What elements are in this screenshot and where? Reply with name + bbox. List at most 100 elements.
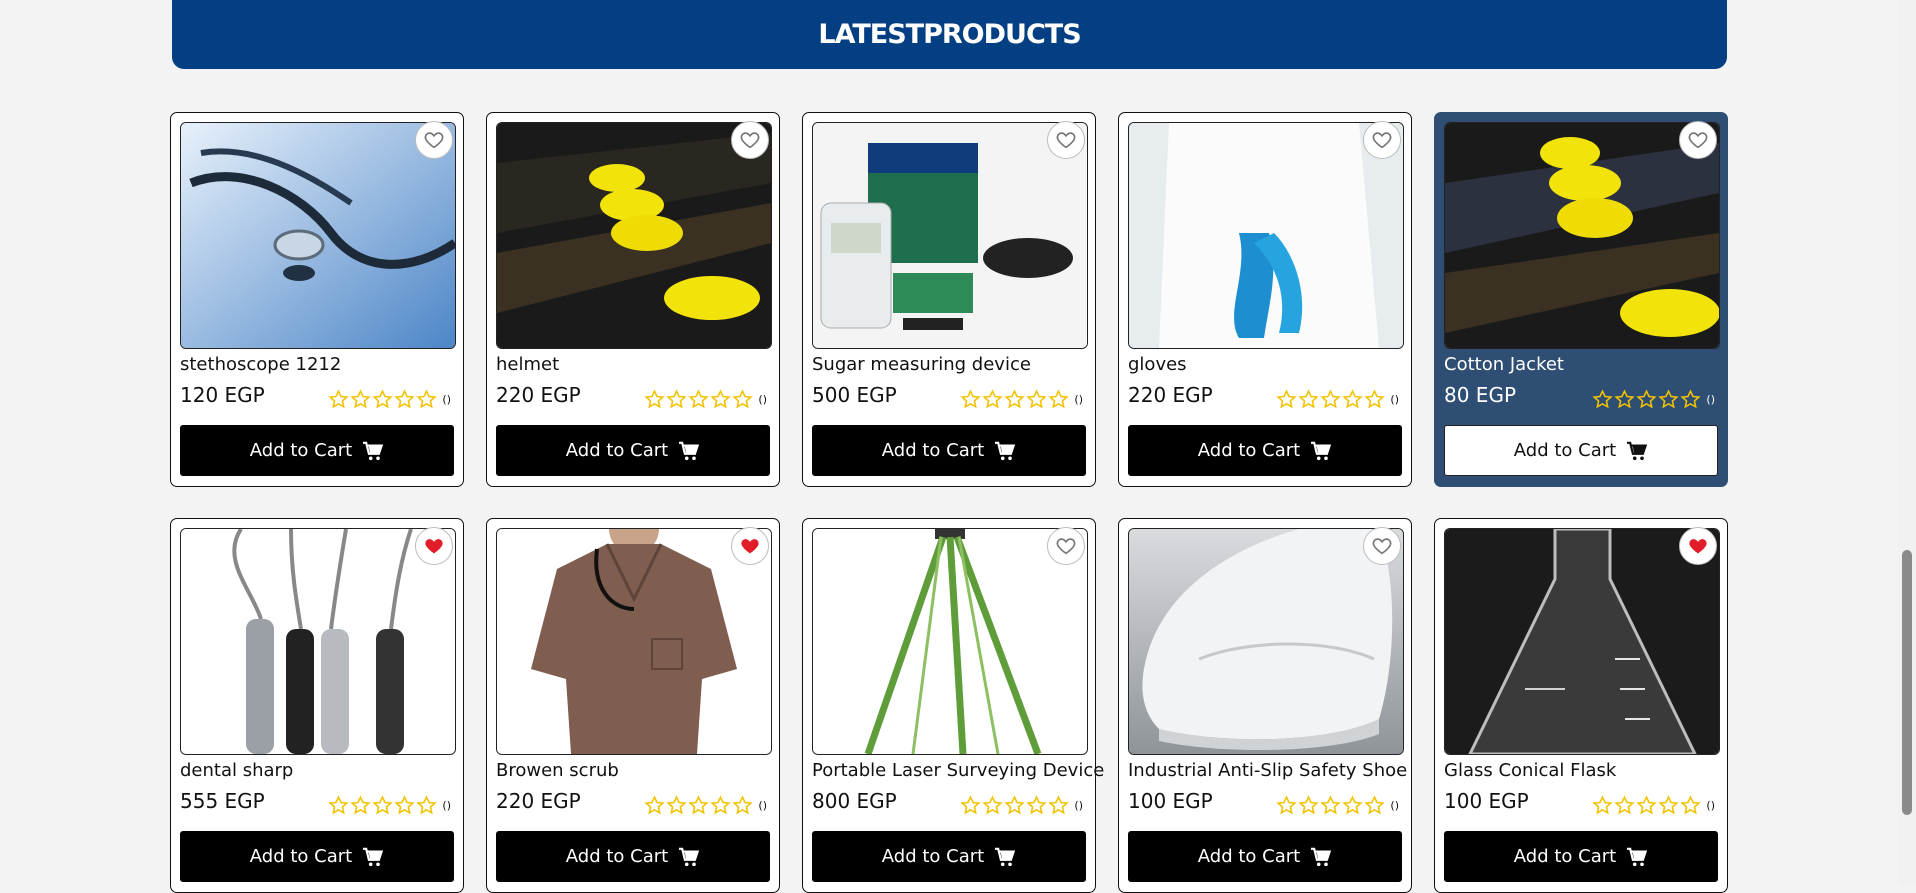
- product-image-safety-shoe[interactable]: [1128, 528, 1404, 755]
- star-outline-icon: [1320, 795, 1342, 815]
- cart-icon: [1627, 847, 1648, 866]
- heart-filled-icon: [425, 539, 443, 554]
- add-to-cart-label: Add to Cart: [1513, 440, 1617, 461]
- product-image-dental-tools[interactable]: [180, 528, 456, 755]
- star-outline-icon: [1276, 795, 1298, 815]
- product-name[interactable]: gloves: [1128, 354, 1187, 375]
- add-to-cart-button[interactable]: Add to Cart: [496, 425, 770, 476]
- product-name[interactable]: Cotton Jacket: [1444, 354, 1564, 375]
- review-count: (): [442, 393, 451, 406]
- cart-icon: [363, 441, 384, 460]
- star-outline-icon: [372, 795, 394, 815]
- heart-outline-icon: [1056, 132, 1076, 149]
- product-image-conical-flask[interactable]: [1444, 528, 1720, 755]
- add-to-cart-label: Add to Cart: [1197, 846, 1301, 867]
- star-outline-icon: [982, 795, 1004, 815]
- star-outline-icon: [666, 389, 688, 409]
- product-card[interactable]: Industrial Anti-Slip Safety Shoe 100 EGP…: [1118, 518, 1412, 893]
- product-image-helmet[interactable]: [496, 122, 772, 349]
- add-to-cart-button[interactable]: Add to Cart: [1444, 425, 1718, 476]
- product-image-cotton-jacket[interactable]: [1444, 122, 1720, 349]
- product-name[interactable]: Glass Conical Flask: [1444, 760, 1616, 781]
- star-outline-icon: [1658, 795, 1680, 815]
- product-card[interactable]: Browen scrub 220 EGP () Add to Cart: [486, 518, 780, 893]
- product-name[interactable]: Browen scrub: [496, 760, 619, 781]
- add-to-cart-label: Add to Cart: [881, 440, 985, 461]
- product-image-brown-scrub[interactable]: [496, 528, 772, 755]
- product-card-highlighted[interactable]: Cotton Jacket 80 EGP () Add to Cart: [1434, 112, 1728, 487]
- favorite-toggle[interactable]: [1047, 527, 1085, 565]
- review-count: (): [758, 799, 767, 812]
- star-outline-icon: [1680, 389, 1702, 409]
- add-to-cart-button[interactable]: Add to Cart: [496, 831, 770, 882]
- product-image-tripod[interactable]: [812, 528, 1088, 755]
- review-count: (): [1074, 393, 1083, 406]
- add-to-cart-label: Add to Cart: [249, 846, 353, 867]
- star-outline-icon: [1320, 389, 1342, 409]
- star-outline-icon: [1298, 795, 1320, 815]
- favorite-toggle[interactable]: [1363, 527, 1401, 565]
- product-price: 120 EGP: [180, 383, 265, 407]
- product-image-glucose-meter[interactable]: [812, 122, 1088, 349]
- favorite-toggle[interactable]: [1047, 121, 1085, 159]
- star-outline-icon: [1592, 389, 1614, 409]
- star-outline-icon: [960, 389, 982, 409]
- product-card[interactable]: Portable Laser Surveying Device 800 EGP …: [802, 518, 1104, 893]
- product-name[interactable]: helmet: [496, 354, 559, 375]
- star-outline-icon: [1636, 389, 1658, 409]
- star-outline-icon: [1680, 795, 1702, 815]
- product-name[interactable]: dental sharp: [180, 760, 293, 781]
- review-count: (): [1706, 393, 1715, 406]
- product-name[interactable]: Industrial Anti-Slip Safety Shoe: [1128, 760, 1407, 781]
- add-to-cart-button[interactable]: Add to Cart: [180, 425, 454, 476]
- page-scrollbar[interactable]: [1898, 0, 1916, 886]
- product-card[interactable]: Glass Conical Flask 100 EGP () Add to Ca…: [1434, 518, 1728, 893]
- heart-outline-icon: [740, 132, 760, 149]
- add-to-cart-button[interactable]: Add to Cart: [180, 831, 454, 882]
- favorite-toggle[interactable]: [1363, 121, 1401, 159]
- favorite-toggle[interactable]: [1679, 527, 1717, 565]
- heart-filled-icon: [1689, 539, 1707, 554]
- product-card[interactable]: gloves 220 EGP () Add to Cart: [1118, 112, 1412, 487]
- star-rating: (): [1276, 389, 1399, 410]
- product-card[interactable]: Sugar measuring device 500 EGP () Add to…: [802, 112, 1096, 487]
- favorite-toggle[interactable]: [731, 527, 769, 565]
- favorite-toggle[interactable]: [415, 121, 453, 159]
- product-card[interactable]: stethoscope 1212 120 EGP () Add to Cart: [170, 112, 464, 487]
- star-outline-icon: [1026, 389, 1048, 409]
- add-to-cart-button[interactable]: Add to Cart: [1128, 831, 1402, 882]
- favorite-toggle[interactable]: [415, 527, 453, 565]
- star-outline-icon: [350, 389, 372, 409]
- star-outline-icon: [982, 389, 1004, 409]
- cart-icon: [995, 441, 1016, 460]
- star-outline-icon: [328, 389, 350, 409]
- product-price: 555 EGP: [180, 789, 265, 813]
- star-outline-icon: [1614, 389, 1636, 409]
- product-name[interactable]: Sugar measuring device: [812, 354, 1031, 375]
- star-outline-icon: [1658, 389, 1680, 409]
- add-to-cart-button[interactable]: Add to Cart: [812, 425, 1086, 476]
- review-count: (): [1074, 799, 1083, 812]
- cart-icon: [1311, 441, 1332, 460]
- add-to-cart-button[interactable]: Add to Cart: [812, 831, 1086, 882]
- add-to-cart-button[interactable]: Add to Cart: [1128, 425, 1402, 476]
- review-count: (): [1706, 799, 1715, 812]
- star-outline-icon: [688, 389, 710, 409]
- cart-icon: [995, 847, 1016, 866]
- heart-filled-icon: [741, 539, 759, 554]
- favorite-toggle[interactable]: [1679, 121, 1717, 159]
- star-outline-icon: [416, 389, 438, 409]
- cart-icon: [1627, 441, 1648, 460]
- product-card[interactable]: dental sharp 555 EGP () Add to Cart: [170, 518, 464, 893]
- product-name[interactable]: Portable Laser Surveying Device: [812, 760, 1104, 781]
- add-to-cart-button[interactable]: Add to Cart: [1444, 831, 1718, 882]
- product-image-stethoscope[interactable]: [180, 122, 456, 349]
- product-card[interactable]: helmet 220 EGP () Add to Cart: [486, 112, 780, 487]
- star-outline-icon: [1592, 795, 1614, 815]
- star-outline-icon: [350, 795, 372, 815]
- product-name[interactable]: stethoscope 1212: [180, 354, 341, 375]
- product-image-gloves[interactable]: [1128, 122, 1404, 349]
- favorite-toggle[interactable]: [731, 121, 769, 159]
- scrollbar-thumb[interactable]: [1902, 550, 1912, 815]
- star-rating: (): [1276, 795, 1399, 816]
